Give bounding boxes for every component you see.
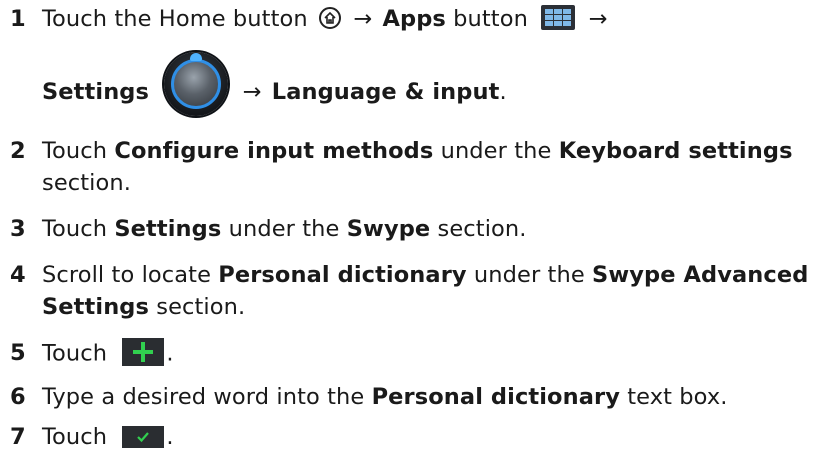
step-text: button xyxy=(445,6,528,32)
step-text: . xyxy=(499,78,507,105)
arrow: → xyxy=(242,78,262,105)
arrow: → xyxy=(353,6,373,32)
step-number: 2 xyxy=(10,138,26,164)
instruction-list: 1 Touch the Home button → Apps button → … xyxy=(0,0,827,457)
settings-label: Settings xyxy=(42,78,150,105)
step-text: . xyxy=(166,340,174,367)
step-text: under the xyxy=(221,216,347,242)
step-text: . xyxy=(166,424,174,450)
language-input-label: Language & input xyxy=(271,78,500,105)
step-7-line-1: Touch . xyxy=(42,424,174,450)
step-text: text box. xyxy=(619,384,728,410)
step-number: 5 xyxy=(10,340,26,366)
step-text: section. xyxy=(149,294,246,320)
settings-label: Settings xyxy=(114,216,222,242)
settings-knob-ring xyxy=(171,59,222,109)
home-icon xyxy=(318,6,341,29)
configure-input-methods-label: Configure input methods xyxy=(114,138,434,164)
step-5-line-1: Touch . xyxy=(42,338,174,368)
step-text: Touch xyxy=(42,216,115,242)
settings-knob-indicator xyxy=(190,53,203,61)
step-1-line-2: Settings → Language & input. xyxy=(42,52,507,120)
apps-grid-icon xyxy=(541,5,576,30)
step-text: section. xyxy=(42,170,131,196)
step-4-line-1: Scroll to locate Personal dictionary und… xyxy=(42,262,808,288)
step-2-line-2: section. xyxy=(42,170,131,196)
apps-label: Apps xyxy=(382,6,446,32)
swype-advanced-label: Swype Advanced xyxy=(592,262,809,288)
step-text: under the xyxy=(466,262,593,288)
step-text: Scroll to locate xyxy=(42,262,219,288)
step-number: 3 xyxy=(10,216,26,242)
step-text: under the xyxy=(433,138,559,164)
step-text: Touch xyxy=(42,138,115,164)
step-6-line-1: Type a desired word into the Personal di… xyxy=(42,384,728,410)
step-text: Touch the Home button xyxy=(42,6,308,32)
keyboard-settings-label: Keyboard settings xyxy=(558,138,793,164)
step-number: 1 xyxy=(10,6,26,32)
step-number: 7 xyxy=(10,424,26,450)
step-text: Type a desired word into the xyxy=(42,384,372,410)
step-text: section. xyxy=(430,216,527,242)
plus-bar xyxy=(141,342,146,362)
personal-dictionary-label: Personal dictionary xyxy=(371,384,620,410)
step-text: Touch xyxy=(42,340,108,367)
settings-knob-icon xyxy=(164,52,229,116)
personal-dictionary-label: Personal dictionary xyxy=(218,262,467,288)
step-2-line-1: Touch Configure input methods under the … xyxy=(42,138,793,164)
arrow: → xyxy=(588,6,608,32)
plus-icon xyxy=(122,338,165,366)
step-number: 6 xyxy=(10,384,26,410)
step-text: Touch xyxy=(42,424,108,450)
step-4-line-2: Settings section. xyxy=(42,294,245,320)
step-3-line-1: Touch Settings under the Swype section. xyxy=(42,216,527,242)
swype-label: Swype xyxy=(346,216,431,242)
step-number: 4 xyxy=(10,262,26,288)
step-1-line-1: Touch the Home button → Apps button → xyxy=(42,5,610,32)
settings-label: Settings xyxy=(42,294,150,320)
checkmark-icon xyxy=(122,425,165,448)
